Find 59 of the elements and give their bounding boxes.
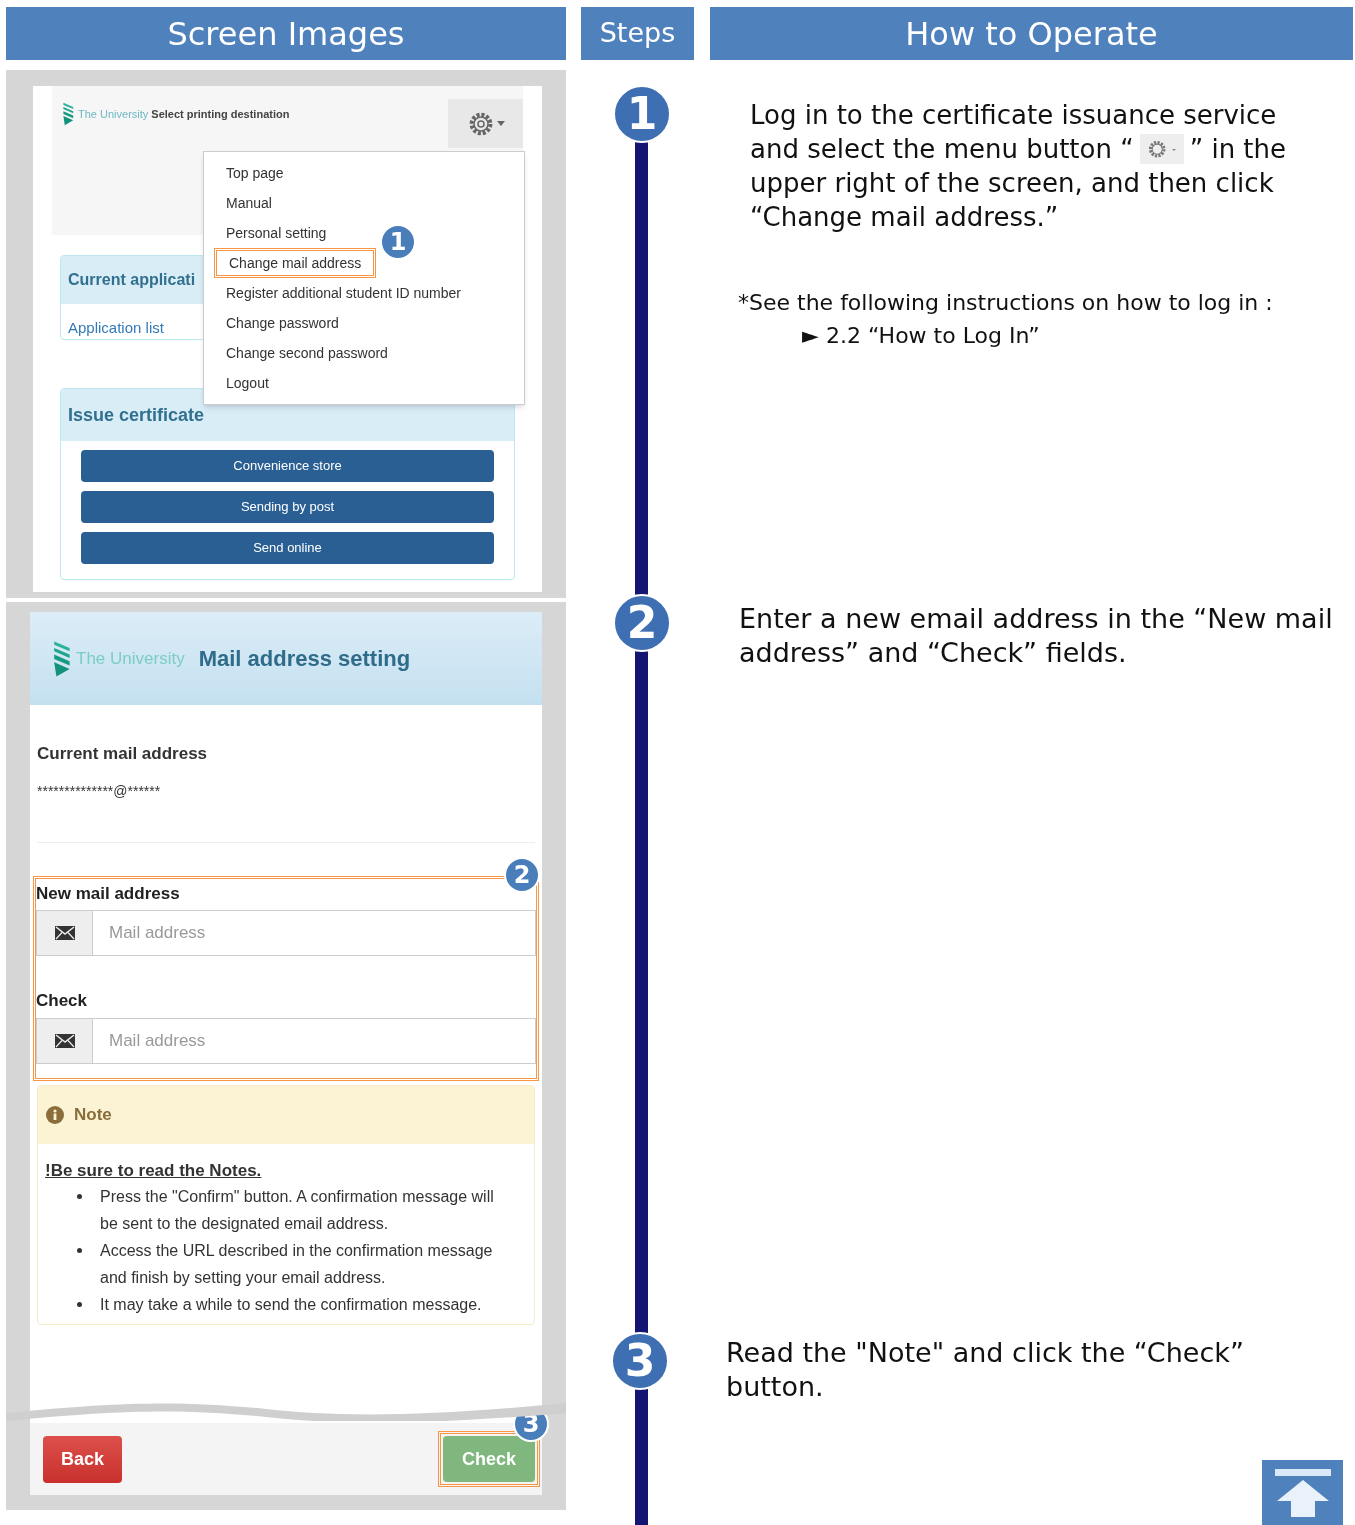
menu-item[interactable]: Change password: [214, 308, 351, 338]
step-number-badge: 2: [613, 594, 671, 652]
input-field[interactable]: Mail address: [93, 910, 536, 956]
caret-icon: [496, 121, 505, 126]
instruction-text: Enter a new email address in the “New mail address” and “Check” fields.: [738, 602, 1334, 670]
masked-email: **************@******: [37, 781, 162, 801]
instruction-text: Log in to the certificate issuance service: [750, 99, 1277, 132]
page-title: Mail address setting: [198, 645, 411, 673]
mail-icon: [54, 1033, 75, 1048]
menu-item[interactable]: Logout: [214, 368, 281, 398]
instruction-text: ” in the: [1189, 133, 1287, 166]
step-number-badge: 3: [611, 1332, 669, 1390]
step-number-badge: 1: [380, 224, 416, 260]
menu-item[interactable]: Register additional student ID number: [214, 278, 474, 308]
settings-icon: [1139, 134, 1184, 164]
instruction-text: “Change mail address.”: [750, 201, 1059, 234]
instruction-text: upper right of the screen, and then click: [750, 167, 1274, 200]
logo-icon: [62, 100, 76, 128]
card-title: Issue certificate: [68, 403, 205, 427]
menu-item[interactable]: Top page: [214, 158, 296, 188]
bullet-icon: [77, 1194, 82, 1199]
note-text: *See the following instructions on how to log in :: [737, 289, 1274, 317]
menu-item[interactable]: Personal setting: [214, 218, 339, 248]
menu-item[interactable]: Manual: [214, 188, 284, 218]
input-field[interactable]: Mail address: [93, 1017, 536, 1064]
bullet-icon: [77, 1302, 82, 1307]
note-text: Press the "Confirm" button. A confirmation message will be sent to the designated email address.: [100, 1187, 495, 1234]
note-heading: !Be sure to read the Notes.: [45, 1159, 263, 1182]
arrow-up-icon: [1272, 1466, 1333, 1519]
field-label: Check: [36, 990, 89, 1012]
reference-link[interactable]: ► 2.2 “How to Log In”: [802, 319, 1040, 352]
logo-text: The University: [76, 647, 185, 670]
mail-icon: [54, 926, 75, 940]
issue-option-button[interactable]: Convenience store: [81, 450, 494, 482]
card-title: Current applicati: [68, 270, 196, 290]
bullet-icon: [77, 1248, 82, 1253]
menu-item[interactable]: Change second password: [214, 338, 400, 368]
issue-option-button[interactable]: Send online: [81, 532, 494, 564]
column-header: How to Operate: [710, 7, 1353, 60]
note-title: Note: [74, 1103, 112, 1126]
back-button[interactable]: Back: [43, 1435, 122, 1483]
issue-option-button[interactable]: Sending by post: [81, 491, 494, 523]
menu-item[interactable]: Change mail address: [214, 248, 377, 278]
note-text: It may take a while to send the confirmation message.: [100, 1295, 483, 1315]
instruction-text: Read the "Note" and click the “Check” button.: [725, 1336, 1245, 1404]
field-label: New mail address: [36, 882, 181, 905]
application-list-link[interactable]: Application list: [68, 319, 164, 336]
column-header: Steps: [581, 7, 694, 60]
column-header: Screen Images: [6, 7, 566, 60]
settings-menu-button[interactable]: [448, 99, 523, 148]
logo-text: The University: [78, 106, 149, 122]
back-to-top-button[interactable]: [1262, 1460, 1343, 1525]
page-title: Select printing destination: [151, 106, 290, 122]
info-icon: [46, 1105, 64, 1124]
step-number-badge: 2: [504, 856, 540, 893]
step-number-badge: 1: [613, 85, 671, 143]
field-label: Current mail address: [37, 743, 209, 765]
note-text: Access the URL described in the confirmation message and finish by setting your email address.: [100, 1241, 494, 1288]
instruction-text: and select the menu button “: [750, 133, 1134, 166]
